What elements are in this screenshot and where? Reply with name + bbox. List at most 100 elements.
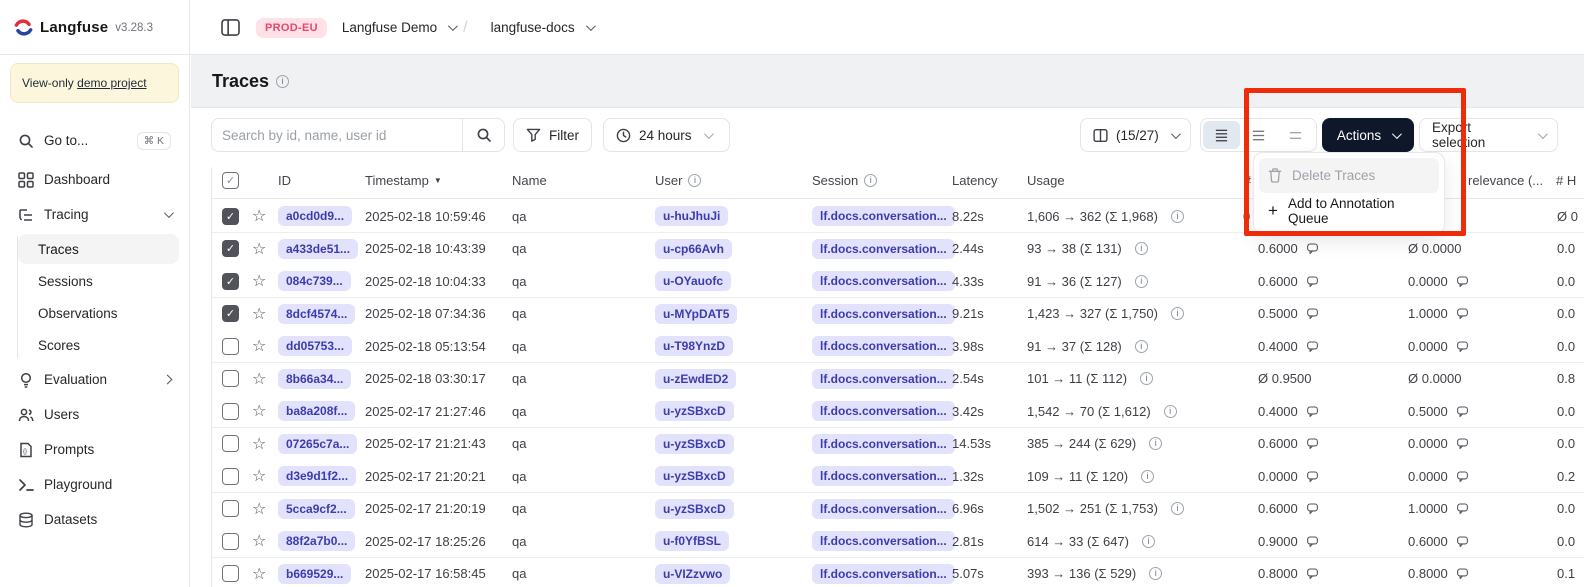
table-row[interactable]: ☆ b669529... 2025-02-17 16:58:45 qa u-VI…: [212, 558, 1584, 587]
user-id-badge[interactable]: u-yzSBxcD: [655, 401, 734, 421]
trace-id-badge[interactable]: 5cca9cf2...: [278, 499, 355, 519]
trace-id-badge[interactable]: a0cd0d9...: [278, 206, 352, 226]
row-checkbox[interactable]: [222, 500, 239, 517]
info-icon[interactable]: [276, 75, 289, 88]
column-header-relevance[interactable]: relevance (...: [1468, 162, 1543, 198]
info-icon[interactable]: [1142, 535, 1155, 548]
session-id-badge[interactable]: lf.docs.conversation...: [812, 304, 955, 324]
bookmark-star-icon[interactable]: ☆: [252, 428, 266, 460]
column-header-session[interactable]: Session: [812, 162, 877, 198]
comment-bubble-icon[interactable]: [1306, 242, 1319, 255]
table-row[interactable]: ☆ dd05753... 2025-02-18 05:13:54 qa u-T9…: [212, 330, 1584, 363]
info-icon[interactable]: [1164, 405, 1177, 418]
session-id-badge[interactable]: lf.docs.conversation...: [812, 206, 955, 226]
session-id-badge[interactable]: lf.docs.conversation...: [812, 466, 955, 486]
table-row[interactable]: ☆ 8dcf4574... 2025-02-18 07:34:36 qa u-M…: [212, 298, 1584, 331]
user-id-badge[interactable]: u-yzSBxcD: [655, 466, 734, 486]
trace-id-badge[interactable]: 07265c7a...: [278, 434, 357, 454]
info-icon[interactable]: [1149, 567, 1162, 580]
comment-bubble-icon[interactable]: [1306, 437, 1319, 450]
row-checkbox[interactable]: [222, 565, 239, 582]
user-id-badge[interactable]: u-cp66Avh: [655, 239, 732, 259]
session-id-badge[interactable]: lf.docs.conversation...: [812, 271, 955, 291]
row-checkbox[interactable]: [222, 305, 239, 322]
bookmark-star-icon[interactable]: ☆: [252, 395, 266, 427]
menu-item-add-to-annotation-queue[interactable]: + Add to Annotation Queue: [1259, 193, 1439, 228]
user-id-badge[interactable]: u-T98YnzD: [655, 336, 733, 356]
column-header-name[interactable]: Name: [512, 162, 547, 198]
row-checkbox[interactable]: [222, 533, 239, 550]
session-id-badge[interactable]: lf.docs.conversation...: [812, 531, 955, 551]
info-icon[interactable]: [1171, 502, 1184, 515]
trace-id-badge[interactable]: d3e9d1f2...: [278, 466, 356, 486]
comment-bubble-icon[interactable]: [1456, 275, 1469, 288]
user-id-badge[interactable]: u-zEwdED2: [655, 369, 736, 389]
comment-bubble-icon[interactable]: [1456, 437, 1469, 450]
info-icon[interactable]: [1135, 340, 1148, 353]
comment-bubble-icon[interactable]: [1456, 405, 1469, 418]
bookmark-star-icon[interactable]: ☆: [252, 460, 266, 492]
goto-search[interactable]: Go to... ⌘ K: [10, 125, 179, 156]
row-checkbox[interactable]: [222, 240, 239, 257]
info-icon[interactable]: [1171, 210, 1184, 223]
trace-id-badge[interactable]: 084c739...: [278, 271, 351, 291]
bookmark-star-icon[interactable]: ☆: [252, 233, 266, 265]
table-row[interactable]: ☆ d3e9d1f2... 2025-02-17 21:20:21 qa u-y…: [212, 460, 1584, 493]
comment-bubble-icon[interactable]: [1306, 470, 1319, 483]
user-id-badge[interactable]: u-OYauofc: [655, 271, 731, 291]
table-row[interactable]: ☆ 07265c7a... 2025-02-17 21:21:43 qa u-y…: [212, 428, 1584, 461]
org-switcher[interactable]: Langfuse Demo: [342, 20, 455, 35]
session-id-badge[interactable]: lf.docs.conversation...: [812, 239, 955, 259]
session-id-badge[interactable]: lf.docs.conversation...: [812, 401, 955, 421]
trace-id-badge[interactable]: a433de51...: [278, 239, 358, 259]
info-icon[interactable]: [1171, 307, 1184, 320]
sidebar-item-dashboard[interactable]: Dashboard: [10, 164, 179, 195]
sidebar-item-playground[interactable]: Playground: [10, 469, 179, 500]
info-icon[interactable]: [1149, 437, 1162, 450]
row-checkbox[interactable]: [222, 468, 239, 485]
column-header-timestamp[interactable]: Timestamp ▼: [365, 162, 442, 198]
sidebar-toggle-icon[interactable]: [221, 19, 240, 36]
comment-bubble-icon[interactable]: [1456, 470, 1469, 483]
user-id-badge[interactable]: u-huJhuJi: [655, 206, 728, 226]
column-header-latency[interactable]: Latency: [952, 162, 998, 198]
bookmark-star-icon[interactable]: ☆: [252, 525, 266, 557]
trace-id-badge[interactable]: dd05753...: [278, 336, 352, 356]
comment-bubble-icon[interactable]: [1456, 502, 1469, 515]
table-row[interactable]: ☆ 084c739... 2025-02-18 10:04:33 qa u-OY…: [212, 265, 1584, 298]
table-row[interactable]: ☆ 88f2a7b0... 2025-02-17 18:25:26 qa u-f…: [212, 525, 1584, 558]
menu-item-delete-traces[interactable]: Delete Traces: [1259, 158, 1439, 193]
select-all-checkbox[interactable]: [222, 172, 239, 189]
table-row[interactable]: ☆ a433de51... 2025-02-18 10:43:39 qa u-c…: [212, 233, 1584, 266]
row-checkbox[interactable]: [222, 435, 239, 452]
user-id-badge[interactable]: u-yzSBxcD: [655, 434, 734, 454]
info-icon[interactable]: [1141, 470, 1154, 483]
sidebar-item-traces[interactable]: Traces: [18, 234, 179, 264]
sidebar-item-sessions[interactable]: Sessions: [18, 266, 179, 296]
bookmark-star-icon[interactable]: ☆: [252, 330, 266, 362]
row-checkbox[interactable]: [222, 208, 239, 225]
column-header-usage[interactable]: Usage: [1027, 162, 1065, 198]
filter-button[interactable]: Filter: [513, 118, 592, 152]
sidebar-item-prompts[interactable]: {} Prompts: [10, 434, 179, 465]
table-row[interactable]: ☆ 5cca9cf2... 2025-02-17 21:20:19 qa u-y…: [212, 493, 1584, 526]
row-checkbox[interactable]: [222, 273, 239, 290]
user-id-badge[interactable]: u-yzSBxcD: [655, 499, 734, 519]
sidebar-item-evaluation[interactable]: Evaluation: [10, 364, 179, 395]
comment-bubble-icon[interactable]: [1456, 535, 1469, 548]
column-header-id[interactable]: ID: [278, 162, 291, 198]
info-icon[interactable]: [1135, 242, 1148, 255]
row-height-small-button[interactable]: [1203, 121, 1240, 149]
table-row[interactable]: ☆ 8b66a34... 2025-02-18 03:30:17 qa u-zE…: [212, 363, 1584, 396]
demo-project-link[interactable]: demo project: [77, 76, 146, 90]
trace-id-badge[interactable]: ba8a208f...: [278, 401, 355, 421]
sidebar-item-datasets[interactable]: Datasets: [10, 504, 179, 535]
time-range-button[interactable]: 24 hours: [603, 118, 730, 152]
row-checkbox[interactable]: [222, 403, 239, 420]
comment-bubble-icon[interactable]: [1456, 567, 1469, 580]
sidebar-item-users[interactable]: Users: [10, 399, 179, 430]
bookmark-star-icon[interactable]: ☆: [252, 298, 266, 330]
search-input[interactable]: [212, 119, 462, 151]
comment-bubble-icon[interactable]: [1306, 405, 1319, 418]
trace-id-badge[interactable]: 88f2a7b0...: [278, 531, 355, 551]
